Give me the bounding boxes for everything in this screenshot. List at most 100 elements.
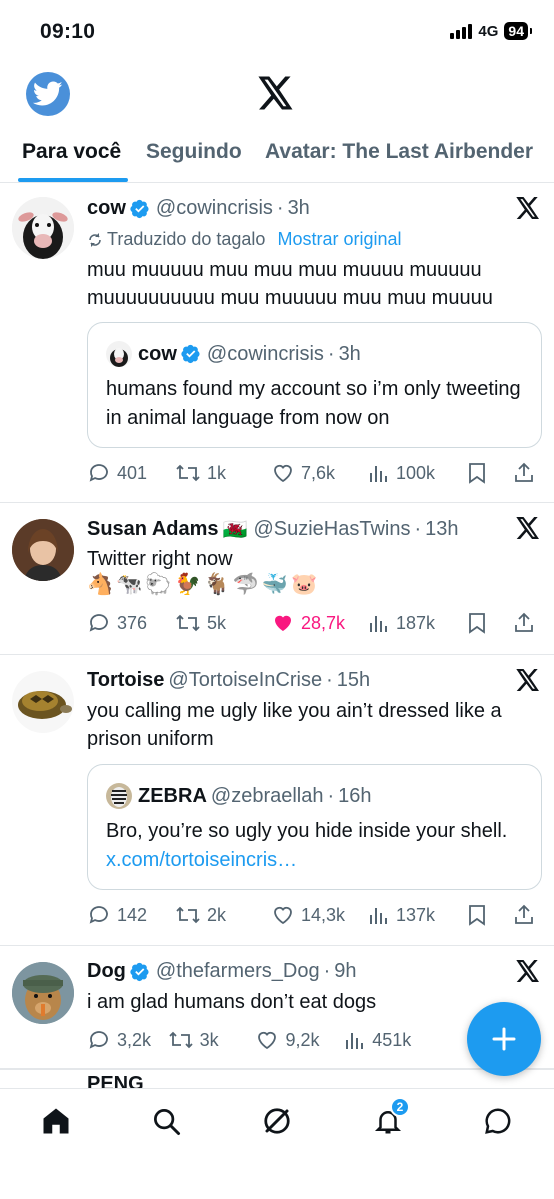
separator-dot: · xyxy=(323,960,331,982)
avatar[interactable] xyxy=(12,671,74,733)
share-button[interactable] xyxy=(512,611,536,635)
tab-para-voce[interactable]: Para você xyxy=(22,140,121,164)
avatar[interactable] xyxy=(12,519,74,581)
author-name[interactable]: Dog xyxy=(87,960,126,983)
retweet-button[interactable]: 2k xyxy=(175,903,271,927)
reply-count: 376 xyxy=(117,612,148,633)
translate-icon xyxy=(89,232,101,247)
nav-home[interactable] xyxy=(38,1103,74,1139)
views-icon xyxy=(370,466,387,482)
tweet-tortoise[interactable]: Tortoise @TortoiseInCrise · 15h you call… xyxy=(0,655,554,946)
bookmark-icon xyxy=(469,463,485,484)
timeline-feed: cow @cowincrisis · 3h Traduzido do tagal… xyxy=(0,183,554,1070)
retweet-button[interactable]: 5k xyxy=(175,611,271,635)
bookmark-button[interactable] xyxy=(466,903,512,927)
share-button[interactable] xyxy=(512,903,536,927)
nav-grok[interactable] xyxy=(259,1103,295,1139)
reply-button[interactable]: 401 xyxy=(87,461,175,485)
retweet-icon xyxy=(176,614,200,632)
x-logo-icon[interactable] xyxy=(516,197,540,224)
tweet-text: i am glad humans don’t eat dogs xyxy=(87,991,377,1013)
reply-button[interactable]: 376 xyxy=(87,611,175,635)
avatar[interactable] xyxy=(12,962,74,1024)
like-button[interactable]: 7,6k xyxy=(271,461,368,485)
wales-flag: 🏴󠁧󠁢󠁷󠁬󠁳󠁿 xyxy=(222,519,248,541)
twitter-bird-icon xyxy=(33,81,63,106)
tweet-header: Susan Adams 🏴󠁧󠁢󠁷󠁬󠁳󠁿 @SuzieHasTwins · 13h xyxy=(87,517,494,542)
tweet-text: muu muuuuu muu muu muu muuuu muuuuu muuu… xyxy=(87,259,493,309)
profile-avatar[interactable] xyxy=(26,72,70,116)
active-tab-indicator xyxy=(18,178,128,182)
tweet-time[interactable]: 9h xyxy=(334,960,356,983)
views-icon xyxy=(370,616,387,632)
author-handle[interactable]: @thefarmers_Dog xyxy=(156,960,320,983)
views-button[interactable]: 137k xyxy=(368,904,466,926)
views-count: 451k xyxy=(372,1029,412,1050)
author-handle[interactable]: @TortoiseInCrise xyxy=(168,669,322,692)
plus-icon xyxy=(492,1027,516,1051)
author-handle[interactable]: @cowincrisis xyxy=(156,197,273,220)
quote-avatar xyxy=(106,783,132,809)
share-icon xyxy=(515,904,533,924)
views-button[interactable]: 100k xyxy=(368,462,466,484)
zebra-avatar-icon xyxy=(106,783,132,809)
tab-seguindo[interactable]: Seguindo xyxy=(146,140,242,164)
show-original-link[interactable]: Mostrar original xyxy=(277,229,401,250)
quote-author-handle: @zebraellah xyxy=(210,784,324,807)
home-icon xyxy=(43,1108,69,1134)
bookmark-button[interactable] xyxy=(466,611,512,635)
views-count: 137k xyxy=(396,904,436,925)
compose-button[interactable] xyxy=(467,1002,541,1076)
like-button[interactable]: 9,2k xyxy=(255,1028,344,1052)
messages-icon xyxy=(485,1108,511,1134)
author-name[interactable]: cow xyxy=(87,197,126,220)
verified-badge-icon xyxy=(130,962,149,981)
x-logo-icon[interactable] xyxy=(516,960,540,987)
bookmark-button[interactable] xyxy=(466,461,512,485)
verified-badge-icon xyxy=(181,344,200,364)
retweet-icon xyxy=(176,464,200,482)
tweet-susan-adams[interactable]: Susan Adams 🏴󠁧󠁢󠁷󠁬󠁳󠁿 @SuzieHasTwins · 13h… xyxy=(0,503,554,655)
share-icon xyxy=(515,612,533,632)
reply-button[interactable]: 3,2k xyxy=(87,1028,168,1052)
author-name[interactable]: Tortoise xyxy=(87,669,164,692)
nav-messages[interactable] xyxy=(480,1103,516,1139)
tweet-time[interactable]: 3h xyxy=(288,197,310,220)
retweet-count: 5k xyxy=(207,612,227,633)
like-button[interactable]: 28,7k xyxy=(271,611,368,635)
quote-author-name: ZEBRA xyxy=(138,784,207,807)
separator-dot: · xyxy=(327,784,335,807)
views-button[interactable]: 187k xyxy=(368,612,466,634)
separator-dot: · xyxy=(414,518,422,540)
bookmark-icon xyxy=(469,613,485,634)
retweet-count: 1k xyxy=(207,462,227,483)
notification-badge: 2 xyxy=(390,1097,410,1117)
nav-search[interactable] xyxy=(148,1103,184,1139)
translation-row: Traduzido do tagalo Mostrar original xyxy=(87,229,402,250)
author-handle[interactable]: @SuzieHasTwins xyxy=(253,518,410,541)
x-logo-icon[interactable] xyxy=(516,517,540,544)
nav-notifications[interactable]: 2 xyxy=(370,1097,410,1139)
quoted-tweet[interactable]: ZEBRA @zebraellah · 16h Bro, you’re so u… xyxy=(87,764,542,890)
tweet-time[interactable]: 15h xyxy=(337,669,370,692)
share-button[interactable] xyxy=(512,461,536,485)
avatar[interactable] xyxy=(12,197,74,259)
tweet-time[interactable]: 13h xyxy=(425,518,458,541)
retweet-button[interactable]: 3k xyxy=(168,1028,256,1052)
verified-badge-icon xyxy=(130,199,149,218)
tweet-cow[interactable]: cow @cowincrisis · 3h Traduzido do tagal… xyxy=(0,183,554,503)
quoted-tweet[interactable]: cow @cowincrisis · 3h humans found my ac… xyxy=(87,322,542,448)
quote-avatar xyxy=(106,341,132,367)
tweet-actions: 401 1k 7,6k 100k xyxy=(87,459,538,487)
quote-link[interactable]: x.com/tortoiseincris… xyxy=(106,849,297,871)
reply-button[interactable]: 142 xyxy=(87,903,175,927)
x-logo-icon[interactable] xyxy=(516,669,540,696)
views-button[interactable]: 451k xyxy=(344,1029,434,1051)
views-icon xyxy=(346,1033,364,1049)
status-time: 09:10 xyxy=(40,20,96,43)
like-button[interactable]: 14,3k xyxy=(271,903,368,927)
retweet-button[interactable]: 1k xyxy=(175,461,271,485)
author-name[interactable]: Susan Adams xyxy=(87,518,219,541)
tweet-text: you calling me ugly like you ain’t dress… xyxy=(87,700,502,750)
tab-avatar-the-last-airbender[interactable]: Avatar: The Last Airbender xyxy=(265,140,533,164)
